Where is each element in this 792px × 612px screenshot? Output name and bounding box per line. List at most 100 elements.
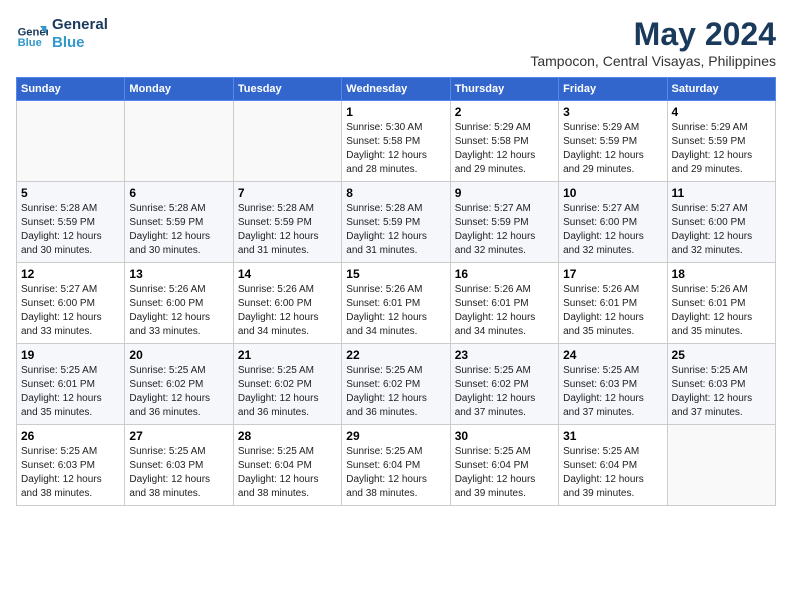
calendar-cell: 18Sunrise: 5:26 AM Sunset: 6:01 PM Dayli… — [667, 263, 775, 344]
day-info: Sunrise: 5:25 AM Sunset: 6:02 PM Dayligh… — [238, 364, 337, 420]
day-number: 24 — [563, 348, 662, 362]
calendar-cell — [667, 425, 775, 506]
calendar-cell: 15 Sunrise: 5:26 AM Sunset: 6:01 PM Dayli… — [342, 263, 450, 344]
day-info: Sunrise: 5:27 AM Sunset: 6:00 PM Dayligh… — [563, 202, 662, 258]
day-number: 19 — [21, 348, 120, 362]
calendar-cell: 28Sunrise: 5:25 AM Sunset: 6:04 PM Dayli… — [233, 425, 341, 506]
day-number: 29 — [346, 429, 445, 443]
day-number: 22 — [346, 348, 445, 362]
calendar-cell: 6 Sunrise: 5:28 AM Sunset: 5:59 PM Daylig… — [125, 182, 233, 263]
day-info: Sunrise: 5:27 AM Sunset: 6:00 PM Dayligh… — [672, 202, 771, 258]
day-info: Sunrise: 5:28 AM Sunset: 5:59 PM Dayligh… — [21, 202, 120, 258]
calendar-cell: 7 Sunrise: 5:28 AM Sunset: 5:59 PM Daylig… — [233, 182, 341, 263]
calendar-cell: 19 Sunrise: 5:25 AM Sunset: 6:01 PM Dayli… — [17, 344, 125, 425]
calendar-cell: 16 Sunrise: 5:26 AM Sunset: 6:01 PM Dayli… — [450, 263, 558, 344]
day-info: Sunrise: 5:25 AM Sunset: 6:02 PM Dayligh… — [346, 364, 445, 420]
weekday-header-thursday: Thursday — [450, 78, 558, 101]
logo-general: General — [52, 16, 108, 34]
weekday-header-tuesday: Tuesday — [233, 78, 341, 101]
weekday-header-row: SundayMondayTuesdayWednesdayThursdayFrid… — [17, 78, 776, 101]
day-number: 11 — [672, 186, 771, 200]
calendar-cell: 13Sunrise: 5:26 AM Sunset: 6:00 PM Dayli… — [125, 263, 233, 344]
day-number: 2 — [455, 105, 554, 119]
day-info: Sunrise: 5:25 AM Sunset: 6:04 PM Dayligh… — [346, 445, 445, 501]
title-block: May 2024 Tampocon, Central Visayas, Phil… — [530, 16, 776, 69]
weekday-header-friday: Friday — [559, 78, 667, 101]
day-number: 26 — [21, 429, 120, 443]
day-number: 31 — [563, 429, 662, 443]
calendar-week-row: 12Sunrise: 5:27 AM Sunset: 6:00 PM Dayli… — [17, 263, 776, 344]
day-number: 21 — [238, 348, 337, 362]
day-info: Sunrise: 5:25 AM Sunset: 6:02 PM Dayligh… — [129, 364, 228, 420]
day-number: 3 — [563, 105, 662, 119]
day-info: Sunrise: 5:26 AM Sunset: 6:00 PM Dayligh… — [238, 283, 337, 339]
day-number: 12 — [21, 267, 120, 281]
calendar-cell — [17, 101, 125, 182]
logo-blue: Blue — [52, 34, 108, 52]
day-info: Sunrise: 5:29 AM Sunset: 5:59 PM Dayligh… — [672, 121, 771, 177]
calendar-cell — [233, 101, 341, 182]
day-number: 20 — [129, 348, 228, 362]
calendar-table: SundayMondayTuesdayWednesdayThursdayFrid… — [16, 77, 776, 506]
day-number: 16 — [455, 267, 554, 281]
day-number: 23 — [455, 348, 554, 362]
day-info: Sunrise: 5:28 AM Sunset: 5:59 PM Dayligh… — [129, 202, 228, 258]
day-number: 7 — [238, 186, 337, 200]
calendar-week-row: 19 Sunrise: 5:25 AM Sunset: 6:01 PM Dayli… — [17, 344, 776, 425]
day-info: Sunrise: 5:28 AM Sunset: 5:59 PM Dayligh… — [238, 202, 337, 258]
day-info: Sunrise: 5:26 AM Sunset: 6:00 PM Dayligh… — [129, 283, 228, 339]
day-number: 25 — [672, 348, 771, 362]
day-info: Sunrise: 5:30 AM Sunset: 5:58 PM Dayligh… — [346, 121, 445, 177]
calendar-cell: 17 Sunrise: 5:26 AM Sunset: 6:01 PM Dayli… — [559, 263, 667, 344]
day-number: 30 — [455, 429, 554, 443]
day-info: Sunrise: 5:25 AM Sunset: 6:03 PM Dayligh… — [21, 445, 120, 501]
day-number: 5 — [21, 186, 120, 200]
day-info: Sunrise: 5:25 AM Sunset: 6:02 PM Dayligh… — [455, 364, 554, 420]
day-info: Sunrise: 5:26 AM Sunset: 6:01 PM Dayligh… — [563, 283, 662, 339]
day-number: 9 — [455, 186, 554, 200]
calendar-week-row: 1Sunrise: 5:30 AM Sunset: 5:58 PM Daylig… — [17, 101, 776, 182]
day-number: 6 — [129, 186, 228, 200]
calendar-cell: 1Sunrise: 5:30 AM Sunset: 5:58 PM Daylig… — [342, 101, 450, 182]
day-info: Sunrise: 5:26 AM Sunset: 6:01 PM Dayligh… — [346, 283, 445, 339]
day-number: 10 — [563, 186, 662, 200]
calendar-cell: 3 Sunrise: 5:29 AM Sunset: 5:59 PM Daylig… — [559, 101, 667, 182]
day-number: 17 — [563, 267, 662, 281]
calendar-cell: 5 Sunrise: 5:28 AM Sunset: 5:59 PM Daylig… — [17, 182, 125, 263]
day-info: Sunrise: 5:29 AM Sunset: 5:58 PM Dayligh… — [455, 121, 554, 177]
day-info: Sunrise: 5:25 AM Sunset: 6:04 PM Dayligh… — [563, 445, 662, 501]
calendar-week-row: 5 Sunrise: 5:28 AM Sunset: 5:59 PM Daylig… — [17, 182, 776, 263]
calendar-cell: 22 Sunrise: 5:25 AM Sunset: 6:02 PM Dayli… — [342, 344, 450, 425]
calendar-cell: 27 Sunrise: 5:25 AM Sunset: 6:03 PM Dayli… — [125, 425, 233, 506]
month-title: May 2024 — [530, 16, 776, 53]
day-info: Sunrise: 5:25 AM Sunset: 6:04 PM Dayligh… — [455, 445, 554, 501]
day-number: 28 — [238, 429, 337, 443]
calendar-cell: 4 Sunrise: 5:29 AM Sunset: 5:59 PM Daylig… — [667, 101, 775, 182]
day-info: Sunrise: 5:29 AM Sunset: 5:59 PM Dayligh… — [563, 121, 662, 177]
day-number: 4 — [672, 105, 771, 119]
calendar-cell — [125, 101, 233, 182]
calendar-cell: 29 Sunrise: 5:25 AM Sunset: 6:04 PM Dayli… — [342, 425, 450, 506]
day-info: Sunrise: 5:25 AM Sunset: 6:01 PM Dayligh… — [21, 364, 120, 420]
day-number: 18 — [672, 267, 771, 281]
day-info: Sunrise: 5:26 AM Sunset: 6:01 PM Dayligh… — [455, 283, 554, 339]
day-number: 15 — [346, 267, 445, 281]
day-number: 14 — [238, 267, 337, 281]
calendar-cell: 24 Sunrise: 5:25 AM Sunset: 6:03 PM Dayli… — [559, 344, 667, 425]
day-number: 27 — [129, 429, 228, 443]
day-info: Sunrise: 5:25 AM Sunset: 6:03 PM Dayligh… — [563, 364, 662, 420]
calendar-cell: 11 Sunrise: 5:27 AM Sunset: 6:00 PM Dayli… — [667, 182, 775, 263]
calendar-cell: 25Sunrise: 5:25 AM Sunset: 6:03 PM Dayli… — [667, 344, 775, 425]
weekday-header-sunday: Sunday — [17, 78, 125, 101]
calendar-cell: 23 Sunrise: 5:25 AM Sunset: 6:02 PM Dayli… — [450, 344, 558, 425]
location-title: Tampocon, Central Visayas, Philippines — [530, 53, 776, 69]
calendar-cell: 8Sunrise: 5:28 AM Sunset: 5:59 PM Daylig… — [342, 182, 450, 263]
page-header: General Blue General Blue May 2024 Tampo… — [16, 16, 776, 69]
calendar-cell: 21 Sunrise: 5:25 AM Sunset: 6:02 PM Dayli… — [233, 344, 341, 425]
calendar-week-row: 26 Sunrise: 5:25 AM Sunset: 6:03 PM Dayli… — [17, 425, 776, 506]
day-info: Sunrise: 5:25 AM Sunset: 6:03 PM Dayligh… — [129, 445, 228, 501]
weekday-header-wednesday: Wednesday — [342, 78, 450, 101]
calendar-cell: 20 Sunrise: 5:25 AM Sunset: 6:02 PM Dayli… — [125, 344, 233, 425]
logo-icon: General Blue — [16, 18, 48, 50]
svg-text:Blue: Blue — [18, 37, 42, 49]
